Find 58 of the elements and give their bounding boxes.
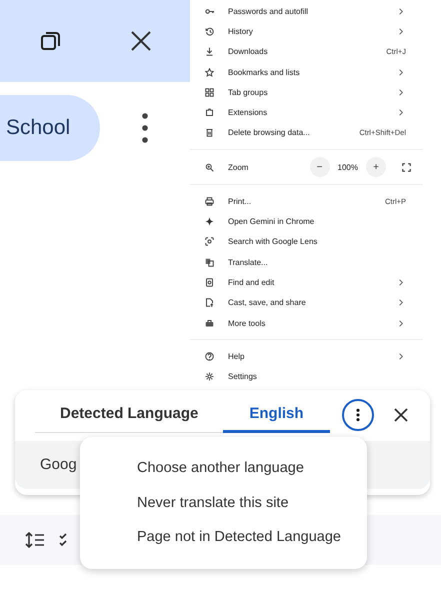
chevron-icon [399, 68, 403, 76]
tab-chip[interactable]: School [0, 95, 100, 161]
close-icon[interactable] [130, 30, 152, 52]
menu-item[interactable]: Find and edit [190, 272, 441, 293]
menu-item[interactable]: Translate... [190, 252, 441, 272]
zoom-icon [205, 162, 214, 172]
chevron-icon [399, 352, 403, 360]
language-tab[interactable]: English [223, 397, 330, 433]
more-icon [356, 408, 360, 422]
document-search-icon [205, 278, 214, 287]
zoom-label: Zoom [228, 162, 250, 172]
chevron-icon [399, 299, 403, 306]
chevron-icon [399, 88, 403, 96]
menu-item[interactable]: Settings [190, 366, 441, 387]
chevron-icon [399, 109, 403, 116]
grid-icon [205, 88, 214, 97]
language-tab[interactable]: Detected Language [35, 397, 224, 431]
help-icon [205, 352, 214, 361]
translate-icon [205, 258, 214, 267]
menu-item[interactable]: Open Gemini in Chrome [190, 211, 441, 232]
chevron-icon [399, 28, 403, 35]
menu-item[interactable]: Passwords and autofill [190, 1, 441, 22]
menu-item[interactable]: Tab groups [190, 82, 441, 102]
toolbar-text: Goog [40, 456, 77, 473]
sparkle-icon [205, 217, 214, 226]
chevron-icon [399, 8, 403, 15]
settings-icon [205, 372, 214, 382]
close-icon[interactable] [394, 408, 408, 422]
zoom-level: 100% [338, 162, 358, 172]
menu-item[interactable]: Cast, save, and share [190, 292, 441, 313]
menu-item[interactable]: Search with Google Lens [190, 232, 441, 252]
menu-item[interactable]: History [190, 21, 441, 42]
history-icon [205, 26, 214, 36]
chevron-icon [399, 278, 403, 286]
toolbox-icon [205, 318, 214, 328]
lens-icon [205, 237, 214, 246]
more-icon[interactable] [142, 113, 148, 143]
menu-item[interactable]: Never translate this site [80, 486, 367, 520]
chevron-icon [399, 320, 403, 326]
download-icon [205, 47, 214, 56]
restore-icon[interactable] [40, 30, 62, 52]
trash-icon [205, 128, 214, 138]
line-spacing-icon[interactable] [25, 532, 45, 548]
file-share-icon [205, 298, 214, 308]
puzzle-icon [205, 108, 214, 118]
printer-icon [205, 196, 214, 206]
menu-item[interactable]: Help [190, 346, 441, 366]
zoom-in-button[interactable]: + [366, 157, 386, 178]
menu-item[interactable]: More tools [190, 312, 441, 334]
more-options-button[interactable] [342, 398, 374, 431]
fullscreen-icon[interactable] [402, 162, 411, 172]
menu-item[interactable]: Extensions [190, 102, 441, 123]
menu-item[interactable]: Page not in Detected Language [80, 520, 367, 554]
menu-item[interactable]: Choose another language [80, 451, 367, 486]
key-icon [205, 6, 214, 16]
star-icon [205, 68, 214, 77]
zoom-out-button[interactable]: − [310, 157, 330, 178]
menu-item[interactable]: Bookmarks and lists [190, 62, 441, 82]
